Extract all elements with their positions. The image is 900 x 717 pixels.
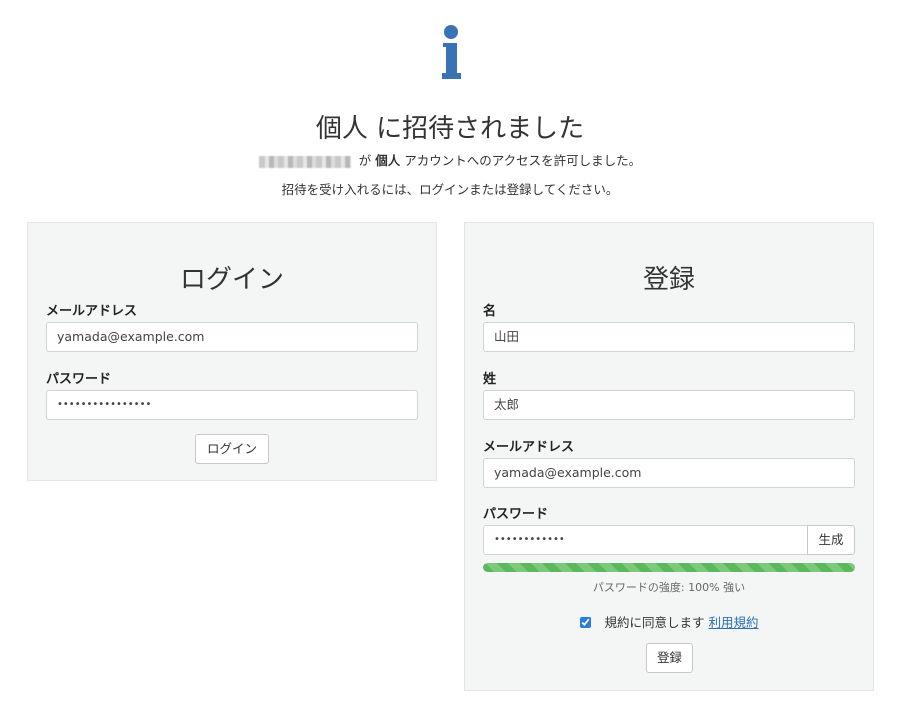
password-strength-text: パスワードの強度: 100% 強い (592, 581, 746, 594)
instruction-text: 招待を受け入れるには、ログインまたは登録してください。 (281, 182, 619, 197)
redacted-inviter-name (258, 155, 351, 168)
generate-password-button[interactable]: 生成 (807, 525, 855, 555)
register-heading: 登録 (642, 265, 695, 295)
register-email-label: メールアドレス (483, 440, 575, 455)
terms-link[interactable]: 利用規約 (708, 615, 758, 630)
login-panel: ログイン メールアドレス yamada@example.com パスワード ••… (27, 222, 437, 481)
login-password-label: パスワード (46, 372, 112, 387)
login-button[interactable]: ログイン (195, 434, 269, 464)
login-heading: ログイン (179, 265, 284, 295)
terms-text: 規約に同意します (604, 615, 705, 630)
register-button[interactable]: 登録 (646, 643, 693, 673)
terms-row: 規約に同意します 利用規約 (465, 612, 873, 631)
first-name-input[interactable]: 山田 (483, 322, 855, 352)
register-panel: 登録 名 山田 姓 太郎 メールアドレス yamada@example.com … (464, 222, 874, 691)
login-password-input[interactable]: •••••••••••••••• (46, 390, 418, 420)
password-strength-bar (483, 563, 855, 572)
first-name-label: 名 (483, 304, 497, 319)
register-password-label: パスワード (483, 507, 549, 522)
page-title: 個人 に招待されました (315, 114, 585, 144)
register-email-input[interactable]: yamada@example.com (483, 458, 855, 488)
account-name: 個人 (375, 153, 401, 168)
terms-checkbox[interactable] (579, 617, 591, 628)
last-name-label: 姓 (483, 372, 497, 387)
invite-message: が 個人 アカウントへのアクセスを許可しました。 (0, 150, 900, 169)
invite-message-text: アカウントへのアクセスを許可しました。 (404, 153, 642, 168)
password-strength-fill (483, 563, 855, 572)
last-name-input[interactable]: 太郎 (483, 390, 855, 420)
register-password-input[interactable]: •••••••••••• (483, 525, 808, 555)
info-icon (442, 25, 461, 79)
login-email-label: メールアドレス (46, 304, 138, 319)
login-email-input[interactable]: yamada@example.com (46, 322, 418, 352)
inviter-suffix: が (358, 153, 372, 168)
